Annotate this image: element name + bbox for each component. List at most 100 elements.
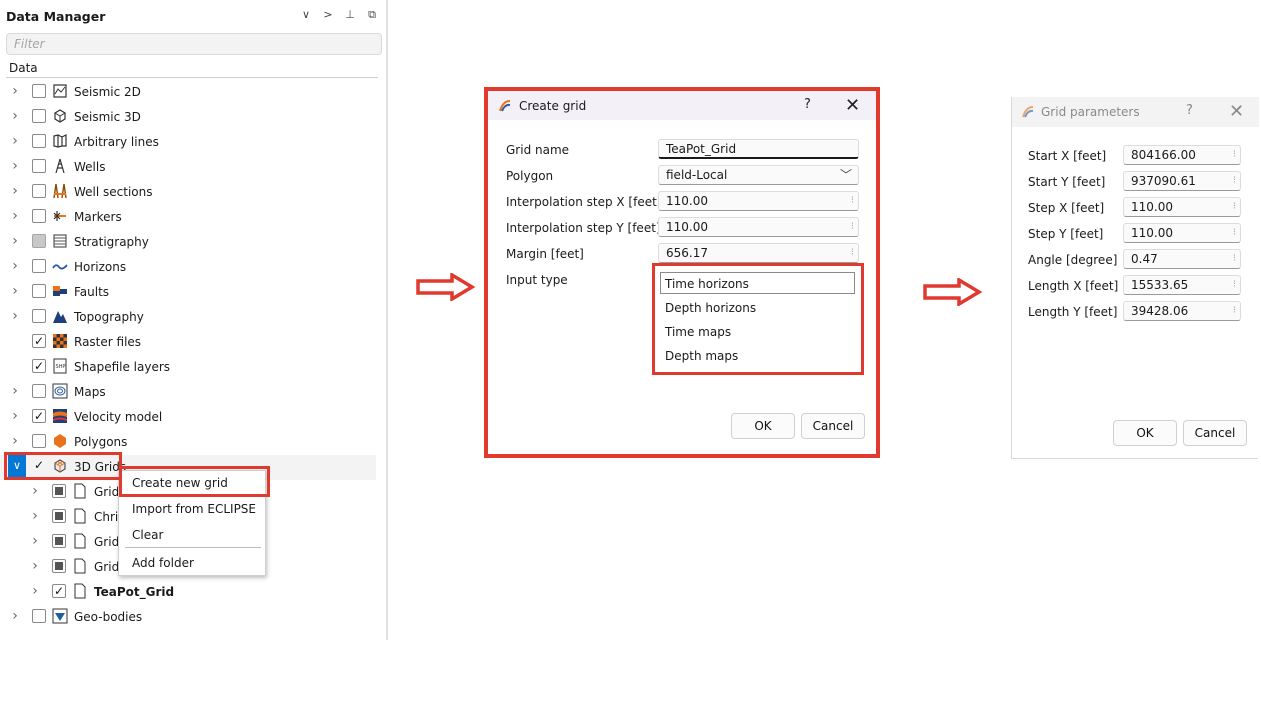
chevron-right-icon[interactable]: › [9,83,21,99]
chevron-right-icon[interactable]: › [9,308,21,324]
checkbox[interactable]: ✓ [32,409,46,423]
polygon-select[interactable]: field-Local ﹀ [658,165,859,185]
chevron-right-icon[interactable]: › [9,283,21,299]
tree-item[interactable]: › Arbitrary lines [0,130,376,155]
checkbox[interactable]: ✓ [32,359,46,373]
checkbox[interactable]: ✓ [32,459,46,473]
param-spinbox[interactable]: 0.47 [1123,249,1241,269]
chevron-right-icon[interactable]: > [321,8,335,21]
tree-item[interactable]: › Geo-bodies [0,605,376,630]
topography-icon [52,308,68,324]
chevron-right-icon[interactable]: › [9,233,21,249]
menu-item-add-folder[interactable]: Add folder [132,556,194,570]
param-spinbox[interactable]: 15533.65 [1123,275,1241,295]
margin-spinbox[interactable]: 656.17 [658,243,859,263]
cancel-button[interactable]: Cancel [1183,420,1247,446]
menu-item-import-eclipse[interactable]: Import from ECLIPSE [132,502,256,516]
pin-icon[interactable]: ⊥ [343,8,357,21]
chevron-right-icon[interactable]: › [9,383,21,399]
chevron-right-icon[interactable]: › [9,183,21,199]
filter-field[interactable] [6,33,382,55]
checkbox[interactable] [52,534,66,548]
checkbox[interactable]: ✓ [32,334,46,348]
tree-item[interactable]: › Topography [0,305,376,330]
chevron-right-icon[interactable]: › [29,533,41,549]
chevron-right-icon[interactable]: › [9,608,21,624]
tree-item-label: Arbitrary lines [74,135,159,149]
checkbox[interactable] [52,484,66,498]
create-grid-dialog: Create grid ? ✕ Grid name TeaPot_Grid Po… [484,87,880,458]
filter-input[interactable] [7,34,381,54]
close-icon[interactable]: ✕ [845,97,860,115]
tree-item[interactable]: › Seismic 2D [0,80,376,105]
chevron-right-icon[interactable]: › [9,433,21,449]
tree-item[interactable]: › Wells [0,155,376,180]
chevron-right-icon[interactable]: › [29,483,41,499]
param-spinbox[interactable]: 110.00 [1123,197,1241,217]
checkbox[interactable] [52,559,66,573]
tree-item[interactable]: › Markers [0,205,376,230]
checkbox[interactable] [32,609,46,623]
chevron-right-icon[interactable]: › [9,208,21,224]
checkbox[interactable] [32,434,46,448]
step-y-spinbox[interactable]: 110.00 [658,217,859,237]
checkbox[interactable] [32,309,46,323]
float-window-icon[interactable]: ⧉ [365,8,379,22]
tree-item-label: Wells [74,160,106,174]
tree-item[interactable]: › Horizons [0,255,376,280]
collapse-icon[interactable]: ∨ [299,8,313,21]
grid-name-input[interactable]: TeaPot_Grid [658,139,859,159]
ok-button[interactable]: OK [1113,420,1177,446]
checkbox[interactable] [32,234,46,248]
tree-item[interactable]: › Seismic 3D [0,105,376,130]
tree-item[interactable]: › Stratigraphy [0,230,376,255]
tree-item[interactable]: › Well sections [0,180,376,205]
grid-file-icon [72,558,88,574]
checkbox[interactable]: ✓ [52,584,66,598]
list-item-time-maps[interactable]: Time maps [665,325,731,339]
tree-item[interactable]: ✓ Raster files [0,330,376,355]
tree-item[interactable]: › Polygons [0,430,376,455]
checkbox[interactable] [32,109,46,123]
param-spinbox[interactable]: 39428.06 [1123,301,1241,321]
tree-item[interactable]: › Maps [0,380,376,405]
step-x-spinbox[interactable]: 110.00 [658,191,859,211]
param-spinbox[interactable]: 110.00 [1123,223,1241,243]
close-icon[interactable]: ✕ [1229,103,1244,121]
help-icon[interactable]: ? [804,97,811,112]
checkbox[interactable] [32,134,46,148]
checkbox[interactable] [32,284,46,298]
tree-item[interactable]: › ✓ Velocity model [0,405,376,430]
tree-item[interactable]: › Faults [0,280,376,305]
checkbox[interactable] [32,384,46,398]
checkbox[interactable] [32,159,46,173]
menu-item-create-new-grid[interactable]: Create new grid [132,476,228,490]
cancel-button[interactable]: Cancel [801,413,865,439]
list-item-depth-maps[interactable]: Depth maps [665,349,738,363]
checkbox[interactable] [32,259,46,273]
chevron-down-icon[interactable]: ∨ [8,455,26,477]
tree-item[interactable]: ✓ SHP Shapefile layers [0,355,376,380]
help-icon[interactable]: ? [1186,103,1193,118]
chevron-right-icon[interactable]: › [29,558,41,574]
list-item-depth-horizons[interactable]: Depth horizons [665,301,756,315]
chevron-right-icon[interactable]: › [9,158,21,174]
chevron-right-icon[interactable]: › [29,583,41,599]
chevron-right-icon[interactable]: › [9,408,21,424]
param-label: Start Y [feet] [1028,175,1106,189]
chevron-right-icon[interactable]: › [9,258,21,274]
checkbox[interactable] [32,209,46,223]
list-item-time-horizons[interactable]: Time horizons [665,277,749,291]
checkbox[interactable] [52,509,66,523]
checkbox[interactable] [32,84,46,98]
param-spinbox[interactable]: 937090.61 [1123,171,1241,191]
input-type-list[interactable]: Time horizons Depth horizons Time maps D… [658,269,862,374]
param-spinbox[interactable]: 804166.00 [1123,145,1241,165]
menu-item-clear[interactable]: Clear [132,528,163,542]
ok-button[interactable]: OK [731,413,795,439]
chevron-right-icon[interactable]: › [9,133,21,149]
chevron-right-icon[interactable]: › [29,508,41,524]
checkbox[interactable] [32,184,46,198]
tree-item[interactable]: › ✓ TeaPot_Grid [0,580,376,605]
chevron-right-icon[interactable]: › [9,108,21,124]
